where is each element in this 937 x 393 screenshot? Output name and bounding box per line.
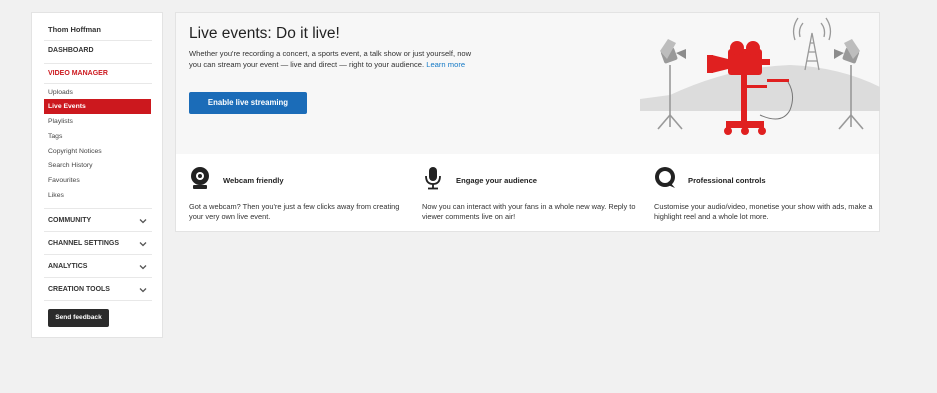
page-title: Live events: Do it live!	[189, 25, 340, 42]
sidebar-item-playlists[interactable]: Playlists	[48, 118, 73, 125]
section-label: CREATION TOOLS	[48, 286, 110, 293]
controls-icon	[655, 167, 675, 188]
sidebar-item-tags[interactable]: Tags	[48, 133, 62, 140]
sidebar-item-favourites[interactable]: Favourites	[48, 177, 80, 184]
feature-description: Customise your audio/video, monetise you…	[654, 202, 873, 221]
sidebar-item-uploads[interactable]: Uploads	[48, 89, 73, 96]
feature-description: Got a webcam? Then you're just a few cli…	[189, 202, 400, 221]
divider	[44, 40, 152, 41]
section-label: CHANNEL SETTINGS	[48, 240, 120, 247]
section-analytics[interactable]: ANALYTICS	[48, 263, 152, 270]
hero-description: Whether you're recording a concert, a sp…	[189, 48, 484, 70]
nav-video-manager[interactable]: VIDEO MANAGER	[48, 70, 108, 77]
feature-title: Professional controls	[688, 176, 766, 185]
hero-panel: Live events: Do it live! Whether you're …	[176, 13, 880, 154]
enable-live-streaming-button[interactable]: Enable live streaming	[189, 92, 307, 114]
feature-description: Now you can interact with your fans in a…	[422, 202, 636, 221]
chevron-down-icon[interactable]	[138, 262, 148, 272]
feature-title: Webcam friendly	[223, 176, 284, 185]
chevron-down-icon[interactable]	[138, 239, 148, 249]
chevron-down-icon[interactable]	[138, 216, 148, 226]
sidebar-item-copyright-notices[interactable]: Copyright Notices	[48, 148, 102, 155]
user-name[interactable]: Thom Hoffman	[48, 25, 101, 34]
sidebar-item-likes[interactable]: Likes	[48, 192, 64, 199]
divider	[44, 83, 152, 84]
divider	[44, 231, 152, 232]
section-channel-settings[interactable]: CHANNEL SETTINGS	[48, 240, 152, 247]
microphone-icon	[425, 167, 441, 190]
divider	[44, 254, 152, 255]
stage-light-left-icon	[657, 39, 686, 130]
live-studio-illustration	[640, 17, 880, 135]
feature-title: Engage your audience	[456, 176, 538, 185]
chevron-down-icon[interactable]	[138, 285, 148, 295]
webcam-icon	[191, 167, 209, 189]
section-label: COMMUNITY	[48, 217, 92, 224]
section-community[interactable]: COMMUNITY	[48, 217, 152, 224]
section-creation-tools[interactable]: CREATION TOOLS	[48, 286, 152, 293]
sidebar-item-live-events[interactable]: Live Events	[44, 99, 151, 114]
broadcast-tower-icon	[792, 17, 832, 71]
divider	[44, 63, 152, 64]
divider	[44, 300, 152, 301]
sidebar: Thom Hoffman DASHBOARD VIDEO MANAGER Upl…	[31, 12, 163, 338]
divider	[44, 277, 152, 278]
learn-more-link[interactable]: Learn more	[426, 60, 465, 69]
section-label: ANALYTICS	[48, 263, 88, 270]
live-events-card: Live events: Do it live! Whether you're …	[175, 12, 880, 232]
send-feedback-button[interactable]: Send feedback	[48, 309, 109, 327]
divider	[44, 208, 152, 209]
nav-dashboard[interactable]: DASHBOARD	[48, 47, 94, 54]
sidebar-item-search-history[interactable]: Search History	[48, 162, 93, 169]
